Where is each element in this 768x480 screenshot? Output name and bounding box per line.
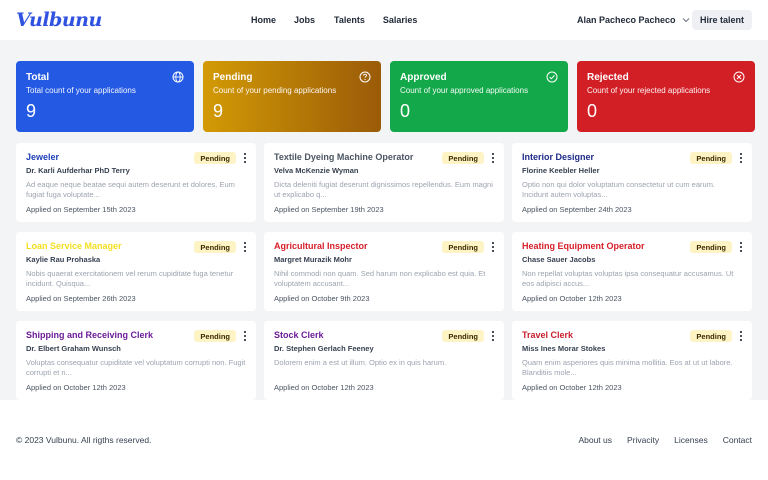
status-badge: Pending: [194, 152, 236, 164]
status-badge: Pending: [442, 241, 484, 253]
application-card[interactable]: Heating Equipment Operator Chase Sauer J…: [512, 232, 752, 311]
company-contact: Dr. Karli Aufderhar PhD Terry: [26, 166, 130, 175]
stat-value: 9: [213, 101, 224, 121]
nav-home[interactable]: Home: [251, 15, 276, 25]
globe-icon: [172, 71, 184, 83]
job-description: Optio non qui dolor voluptatum consectet…: [522, 180, 716, 200]
status-badge: Pending: [442, 152, 484, 164]
applied-date: Applied on September 15th 2023: [26, 205, 136, 214]
application-card[interactable]: Agricultural Inspector Margret Murazik M…: [264, 232, 504, 311]
logo[interactable]: Vulbunu: [16, 9, 102, 31]
job-description: Voluptas consequatur cupiditate vel volu…: [26, 358, 246, 378]
footer-link-contact[interactable]: Contact: [723, 435, 752, 445]
chevron-down-icon: [682, 16, 690, 24]
stat-desc: Total count of your applications: [26, 86, 136, 95]
footer-link-about[interactable]: About us: [578, 435, 612, 445]
status-badge: Pending: [194, 241, 236, 253]
job-description: Nobis quaerat exercitationem vel rerum c…: [26, 269, 234, 289]
job-description: Dolorem enim a est ut illum. Optio ex in…: [274, 358, 447, 367]
job-description: Nihil commodi non quam. Sed harum non ex…: [274, 269, 486, 289]
applied-date: Applied on September 26th 2023: [26, 294, 136, 303]
job-description: Non repellat voluptas voluptas ipsa cons…: [522, 269, 734, 289]
nav-jobs[interactable]: Jobs: [294, 15, 315, 25]
more-options-icon[interactable]: [242, 241, 248, 253]
stat-title: Pending: [213, 72, 253, 83]
company-contact: Kaylie Rau Prohaska: [26, 255, 101, 264]
nav-salaries[interactable]: Salaries: [383, 15, 418, 25]
application-card[interactable]: Stock Clerk Dr. Stephen Gerlach Feeney D…: [264, 321, 504, 400]
applied-date: Applied on September 19th 2023: [274, 205, 384, 214]
more-options-icon[interactable]: [490, 152, 496, 164]
application-card[interactable]: Jeweler Dr. Karli Aufderhar PhD Terry Ad…: [16, 143, 256, 222]
stat-value: 0: [587, 101, 598, 121]
company-contact: Dr. Stephen Gerlach Feeney: [274, 344, 374, 353]
more-options-icon[interactable]: [490, 241, 496, 253]
applied-date: Applied on October 12th 2023: [522, 294, 622, 303]
stat-card-approved: Approved Count of your approved applicat…: [390, 61, 568, 132]
question-icon: [359, 71, 371, 83]
stat-card-rejected: Rejected Count of your rejected applicat…: [577, 61, 755, 132]
application-card[interactable]: Shipping and Receiving Clerk Dr. Elbert …: [16, 321, 256, 400]
main-nav: Home Jobs Talents Salaries: [251, 0, 417, 40]
application-card[interactable]: Loan Service Manager Kaylie Rau Prohaska…: [16, 232, 256, 311]
footer-link-privacity[interactable]: Privacity: [627, 435, 659, 445]
hire-talent-button[interactable]: Hire talent: [692, 10, 752, 30]
application-card[interactable]: Travel Clerk Miss Ines Morar Stokes Quam…: [512, 321, 752, 400]
job-description: Quam enim asperiores quis minima molliti…: [522, 358, 733, 378]
applied-date: Applied on October 12th 2023: [274, 383, 374, 392]
company-contact: Velva McKenzie Wyman: [274, 166, 359, 175]
company-contact: Dr. Elbert Graham Wunsch: [26, 344, 121, 353]
stat-value: 9: [26, 101, 37, 121]
user-name: Alan Pacheco Pacheco: [577, 15, 676, 25]
company-contact: Florine Keebler Heller: [522, 166, 600, 175]
more-options-icon[interactable]: [738, 152, 744, 164]
stat-value: 0: [400, 101, 411, 121]
applications-grid: Jeweler Dr. Karli Aufderhar PhD Terry Ad…: [16, 143, 752, 400]
stat-title: Total: [26, 72, 50, 83]
stat-desc: Count of your approved applications: [400, 86, 529, 95]
x-circle-icon: [733, 71, 745, 83]
user-menu[interactable]: Alan Pacheco Pacheco: [577, 0, 690, 40]
application-card[interactable]: Textile Dyeing Machine Operator Velva Mc…: [264, 143, 504, 222]
more-options-icon[interactable]: [242, 152, 248, 164]
more-options-icon[interactable]: [738, 241, 744, 253]
applied-date: Applied on October 9th 2023: [274, 294, 370, 303]
status-badge: Pending: [194, 330, 236, 342]
applied-date: Applied on September 24th 2023: [522, 205, 632, 214]
status-badge: Pending: [690, 241, 732, 253]
job-description: Ad eaque neque beatae sequi autem deseru…: [26, 180, 235, 200]
stats-row: Total Total count of your applications 9…: [16, 61, 755, 132]
top-header: Vulbunu Home Jobs Talents Salaries Alan …: [0, 0, 768, 40]
stat-desc: Count of your pending applications: [213, 86, 337, 95]
status-badge: Pending: [442, 330, 484, 342]
applied-date: Applied on October 12th 2023: [522, 383, 622, 392]
more-options-icon[interactable]: [738, 330, 744, 342]
company-contact: Chase Sauer Jacobs: [522, 255, 596, 264]
stat-title: Approved: [400, 72, 447, 83]
company-contact: Margret Murazik Mohr: [274, 255, 352, 264]
nav-talents[interactable]: Talents: [334, 15, 365, 25]
footer-links: About us Privacity Licenses Contact: [578, 400, 752, 480]
company-contact: Miss Ines Morar Stokes: [522, 344, 606, 353]
status-badge: Pending: [690, 152, 732, 164]
stat-card-pending: Pending Count of your pending applicatio…: [203, 61, 381, 132]
more-options-icon[interactable]: [490, 330, 496, 342]
job-description: Dicta deleniti fugiat deserunt dignissim…: [274, 180, 493, 200]
copyright: © 2023 Vulbunu. All rigths reserved.: [16, 435, 152, 445]
footer-link-licenses[interactable]: Licenses: [674, 435, 708, 445]
check-circle-icon: [546, 71, 558, 83]
more-options-icon[interactable]: [242, 330, 248, 342]
application-card[interactable]: Interior Designer Florine Keebler Heller…: [512, 143, 752, 222]
status-badge: Pending: [690, 330, 732, 342]
stat-title: Rejected: [587, 72, 629, 83]
stat-card-total: Total Total count of your applications 9: [16, 61, 194, 132]
page-footer: © 2023 Vulbunu. All rigths reserved. Abo…: [0, 400, 768, 480]
stat-desc: Count of your rejected applications: [587, 86, 711, 95]
applied-date: Applied on October 12th 2023: [26, 383, 126, 392]
